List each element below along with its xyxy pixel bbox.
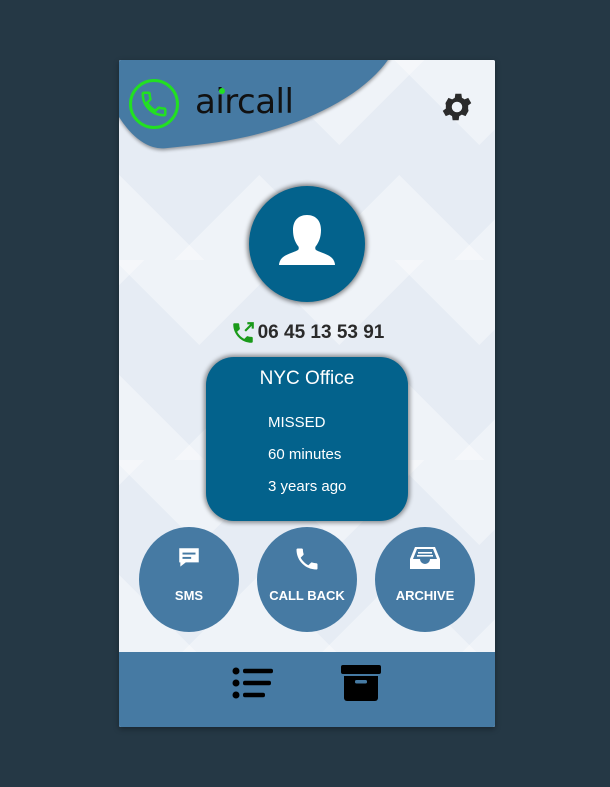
archive-button[interactable]: ARCHIVE — [375, 527, 475, 632]
sms-label: SMS — [174, 588, 204, 603]
call-title: NYC Office — [259, 368, 355, 389]
user-silhouette-icon — [279, 215, 335, 265]
header: aircall — [119, 60, 495, 160]
sms-button[interactable]: SMS — [139, 527, 239, 632]
logo-dot — [219, 88, 225, 94]
call-back-button[interactable]: CALL BACK — [257, 527, 357, 632]
archive-label: ARCHIVE — [395, 588, 455, 603]
phone-icon — [257, 545, 357, 573]
phone-number: 06 45 13 53 91 — [257, 322, 385, 343]
logo-phone-icon — [129, 79, 179, 129]
list-icon[interactable] — [232, 667, 274, 704]
phone-frame: aircall 06 45 13 53 91 NYC Office MISSED… — [119, 60, 495, 727]
call-info-card: NYC Office MISSED 60 minutes 3 years ago — [206, 357, 408, 521]
gear-icon[interactable] — [439, 89, 475, 125]
call-duration: 60 minutes — [268, 446, 342, 463]
logo-text: aircall — [195, 82, 294, 122]
missed-call-icon — [232, 322, 254, 343]
call-status: MISSED — [268, 414, 326, 431]
call-back-label: CALL BACK — [269, 588, 345, 603]
avatar — [249, 186, 365, 302]
archive-box-icon[interactable] — [341, 665, 381, 706]
inbox-icon — [375, 545, 475, 571]
message-icon — [139, 545, 239, 571]
call-time: 3 years ago — [268, 478, 347, 495]
footer-bar — [119, 652, 495, 727]
phone-number-row: 06 45 13 53 91 — [119, 320, 495, 346]
